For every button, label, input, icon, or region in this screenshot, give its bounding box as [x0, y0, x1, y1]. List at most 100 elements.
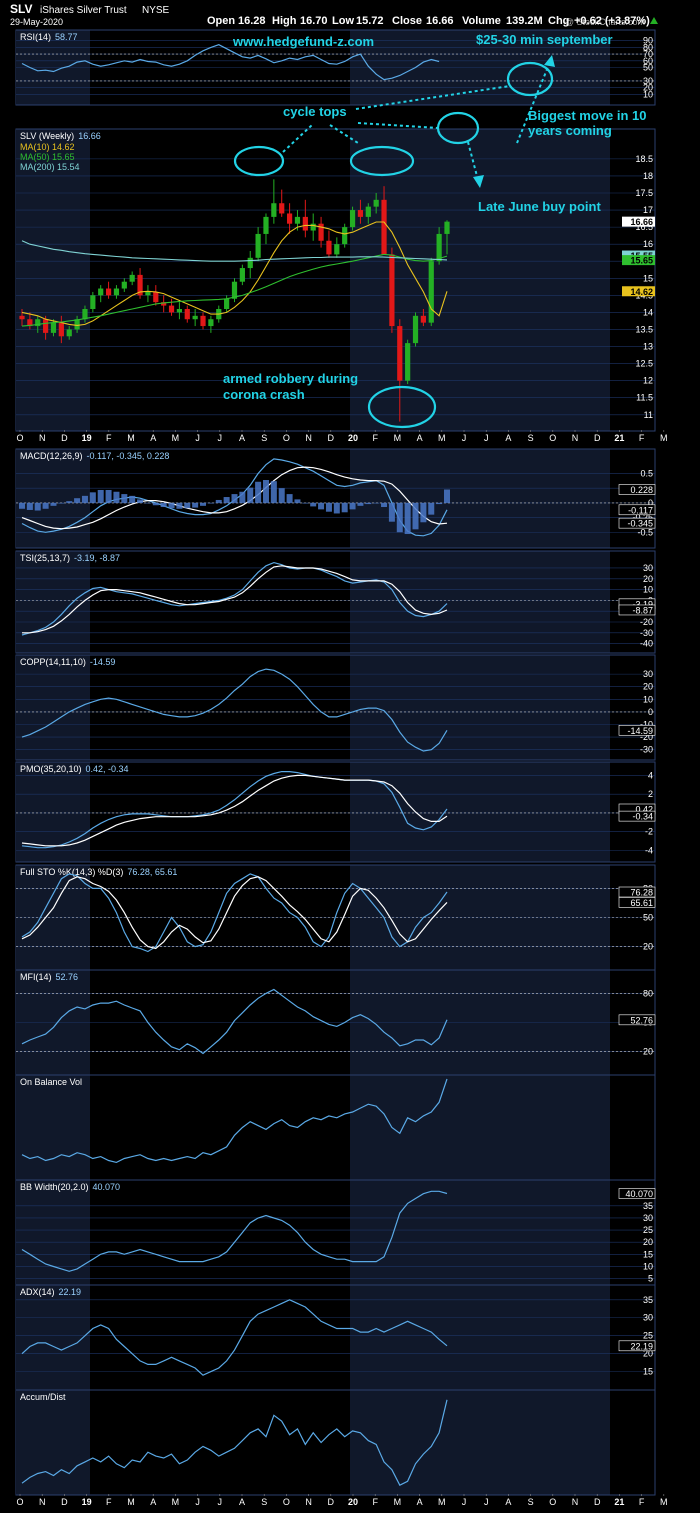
- chg-label: Chg: [548, 15, 569, 27]
- x-axis-label: O: [549, 1497, 556, 1507]
- y-tick-label: 10: [643, 1261, 653, 1271]
- x-axis-label: F: [639, 433, 645, 443]
- histogram-bar: [318, 502, 325, 510]
- histogram-bar: [200, 502, 207, 506]
- candle-body: [145, 291, 151, 296]
- value-badge-label: 0.228: [630, 485, 653, 495]
- panel-sto: 805020Full STO %K(14,3) %D(3)76.28, 65.6…: [15, 864, 656, 971]
- low-label: Low: [332, 15, 354, 27]
- y-tick-label: -30: [640, 628, 653, 638]
- x-axis-label: D: [328, 1497, 335, 1507]
- candle-body: [326, 240, 332, 255]
- x-axis-label: A: [505, 433, 511, 443]
- candle-body: [365, 206, 371, 217]
- shade-band: [16, 551, 90, 653]
- histogram-bar: [105, 489, 112, 503]
- x-axis-label: 20: [348, 433, 358, 443]
- annotation-target: $25-30 min september: [476, 32, 613, 47]
- histogram-bar: [270, 481, 277, 503]
- y-tick-label: 11: [644, 410, 653, 420]
- y-tick-label: 30: [643, 669, 653, 679]
- shade-band: [16, 1180, 90, 1285]
- x-axis-label: O: [283, 1497, 290, 1507]
- x-axis-label: O: [549, 433, 556, 443]
- close-label: Close: [392, 15, 422, 27]
- panel-label: MACD(12,26,9): [20, 451, 83, 461]
- y-tick-label: 2: [648, 789, 653, 799]
- candle-body: [184, 309, 190, 320]
- y-tick-label: 0.5: [640, 469, 653, 479]
- x-axis-label: A: [239, 433, 245, 443]
- candle-body: [444, 221, 450, 234]
- y-tick-label: 15: [643, 1249, 653, 1259]
- candle-body: [302, 216, 308, 231]
- panel-tsi: 3020100-10-20-30-40TSI(25,13,7)-3.19, -8…: [15, 550, 656, 654]
- histogram-bar: [152, 502, 159, 506]
- candle-body: [239, 268, 245, 282]
- candle-body: [176, 309, 183, 313]
- x-axis-label: A: [417, 1497, 423, 1507]
- value-badge-label: 76.28: [630, 888, 653, 898]
- candle-body: [98, 288, 104, 296]
- x-axis-label: 20: [348, 1497, 358, 1507]
- x-axis-label: M: [127, 1497, 135, 1507]
- panel-label: TSI(25,13,7): [20, 553, 70, 563]
- x-axis-label: D: [61, 433, 68, 443]
- candle-body: [50, 322, 57, 333]
- y-tick-label: 10: [643, 694, 653, 704]
- value-badge-label: -14.59: [627, 726, 653, 736]
- y-tick-label: 15: [643, 273, 653, 283]
- y-tick-label: 25: [643, 1225, 653, 1235]
- y-tick-label: 12: [643, 376, 653, 386]
- chg-value: +0.62 (+3.87%): [574, 15, 650, 27]
- volume-label: Volume: [462, 15, 501, 27]
- candle-body: [200, 315, 206, 327]
- candle-body: [342, 227, 348, 245]
- histogram-bar: [294, 499, 301, 503]
- histogram-bar: [207, 502, 214, 504]
- x-axis-label: S: [528, 433, 534, 443]
- candle-body: [74, 319, 80, 330]
- panel-ad: Accum/Dist: [15, 1389, 656, 1496]
- panel-label: COPP(14,11,10): [20, 657, 86, 667]
- x-axis-label: F: [639, 1497, 645, 1507]
- x-axis-label: J: [195, 1497, 200, 1507]
- shade-band: [16, 1075, 90, 1180]
- value-badge-label: 65.61: [630, 898, 653, 908]
- histogram-bar: [113, 491, 120, 503]
- x-axis-label: D: [594, 1497, 601, 1507]
- histogram-bar: [239, 491, 246, 503]
- panel-label: RSI(14): [20, 32, 51, 42]
- histogram-bar: [381, 502, 388, 508]
- histogram-bar: [160, 502, 167, 508]
- histogram-bar: [97, 489, 104, 503]
- candle-body: [58, 322, 64, 337]
- exchange: NYSE: [142, 5, 170, 16]
- shade-band: [16, 1285, 90, 1390]
- symbol: SLV: [10, 2, 32, 16]
- close-value: 16.66: [426, 15, 454, 27]
- shade-band: [350, 551, 610, 653]
- x-axis-label: A: [505, 1497, 511, 1507]
- y-tick-label: 18: [643, 171, 653, 181]
- chart-date: 29-May-2020: [10, 17, 63, 27]
- candle-body: [153, 291, 159, 303]
- histogram-bar: [388, 502, 395, 522]
- histogram-bar: [19, 502, 25, 509]
- y-tick-label: 30: [643, 1313, 653, 1323]
- shade-band: [16, 129, 90, 431]
- x-axis-label: 21: [614, 433, 624, 443]
- x-axis-label: 21: [614, 1497, 624, 1507]
- y-tick-label: 30: [643, 563, 653, 573]
- value-badge-label: -0.345: [627, 519, 653, 529]
- y-tick-label: 35: [643, 1295, 653, 1305]
- histogram-bar: [34, 502, 41, 511]
- x-axis-label: A: [150, 433, 156, 443]
- panel-values: -14.59: [90, 657, 116, 667]
- candle-body: [334, 244, 340, 255]
- histogram-bar: [349, 502, 356, 510]
- histogram-bar: [89, 492, 96, 503]
- panel-values: -3.19, -8.87: [74, 553, 120, 563]
- candle-body: [436, 233, 442, 262]
- y-tick-label: 15: [643, 1367, 653, 1377]
